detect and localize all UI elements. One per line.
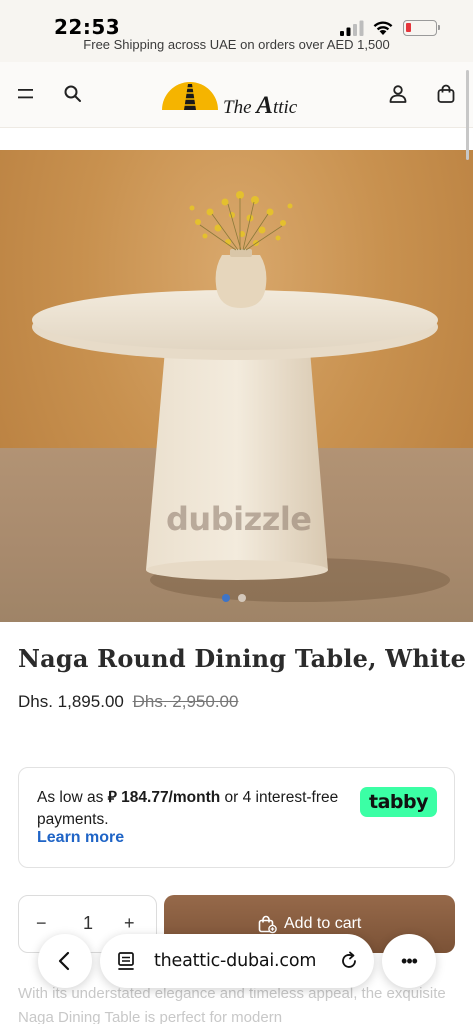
sale-price: Dhs. 1,895.00 <box>18 692 124 711</box>
logo-mark-icon <box>162 82 218 110</box>
status-bar: 22:53 Free Shipping across UAE on orders… <box>0 0 473 62</box>
tabby-message: As low as ⃃ 184.77/month or 4 interest-f… <box>37 789 339 828</box>
menu-icon[interactable] <box>14 82 38 106</box>
reload-icon[interactable] <box>338 950 360 972</box>
add-to-cart-label: Add to cart <box>284 915 362 932</box>
compare-price: Dhs. 2,950.00 <box>132 692 239 711</box>
decrease-quantity-button[interactable]: − <box>36 913 47 934</box>
browser-more-button[interactable]: ••• <box>382 934 436 988</box>
price-row: Dhs. 1,895.00 Dhs. 2,950.00 <box>18 692 238 712</box>
chevron-left-icon <box>58 951 70 971</box>
page-menu-icon <box>118 952 134 970</box>
product-description: With its understated elegance and timele… <box>18 985 446 1024</box>
url-text: theattic-dubai.com <box>154 951 317 971</box>
carousel-dot-1[interactable] <box>222 594 230 602</box>
product-page: 22:53 Free Shipping across UAE on orders… <box>0 0 473 1024</box>
learn-more-link[interactable]: Learn more <box>37 829 124 847</box>
battery-icon <box>403 20 440 36</box>
site-header: The Attic <box>0 62 473 128</box>
more-icon: ••• <box>401 950 418 971</box>
product-image[interactable]: dubizzle <box>0 150 473 622</box>
cart-bag-icon[interactable] <box>434 82 458 106</box>
watermark: dubizzle <box>166 500 312 538</box>
increase-quantity-button[interactable]: + <box>124 913 135 934</box>
wifi-icon <box>373 21 393 35</box>
account-icon[interactable] <box>386 82 410 106</box>
quantity-value[interactable]: 1 <box>83 913 93 934</box>
scrollbar[interactable] <box>466 70 469 160</box>
tabby-promo: As low as ⃃ 184.77/month or 4 interest-f… <box>18 767 455 868</box>
announcement-bar: Free Shipping across UAE on orders over … <box>83 37 390 52</box>
product-title: Naga Round Dining Table, White <box>18 644 467 673</box>
cellular-signal-icon <box>340 20 364 36</box>
carousel-dot-2[interactable] <box>238 594 246 602</box>
search-icon[interactable] <box>61 82 85 106</box>
logo-text: The Attic <box>223 92 298 119</box>
site-logo[interactable]: The Attic <box>160 76 316 119</box>
table-illustration <box>32 191 450 602</box>
tabby-logo: tabby <box>360 787 437 817</box>
image-carousel-dots <box>222 594 246 602</box>
browser-back-button[interactable] <box>38 934 92 988</box>
status-time: 22:53 <box>54 15 121 39</box>
browser-address-bar[interactable]: theattic-dubai.com <box>100 934 374 988</box>
cart-add-icon <box>258 915 277 934</box>
